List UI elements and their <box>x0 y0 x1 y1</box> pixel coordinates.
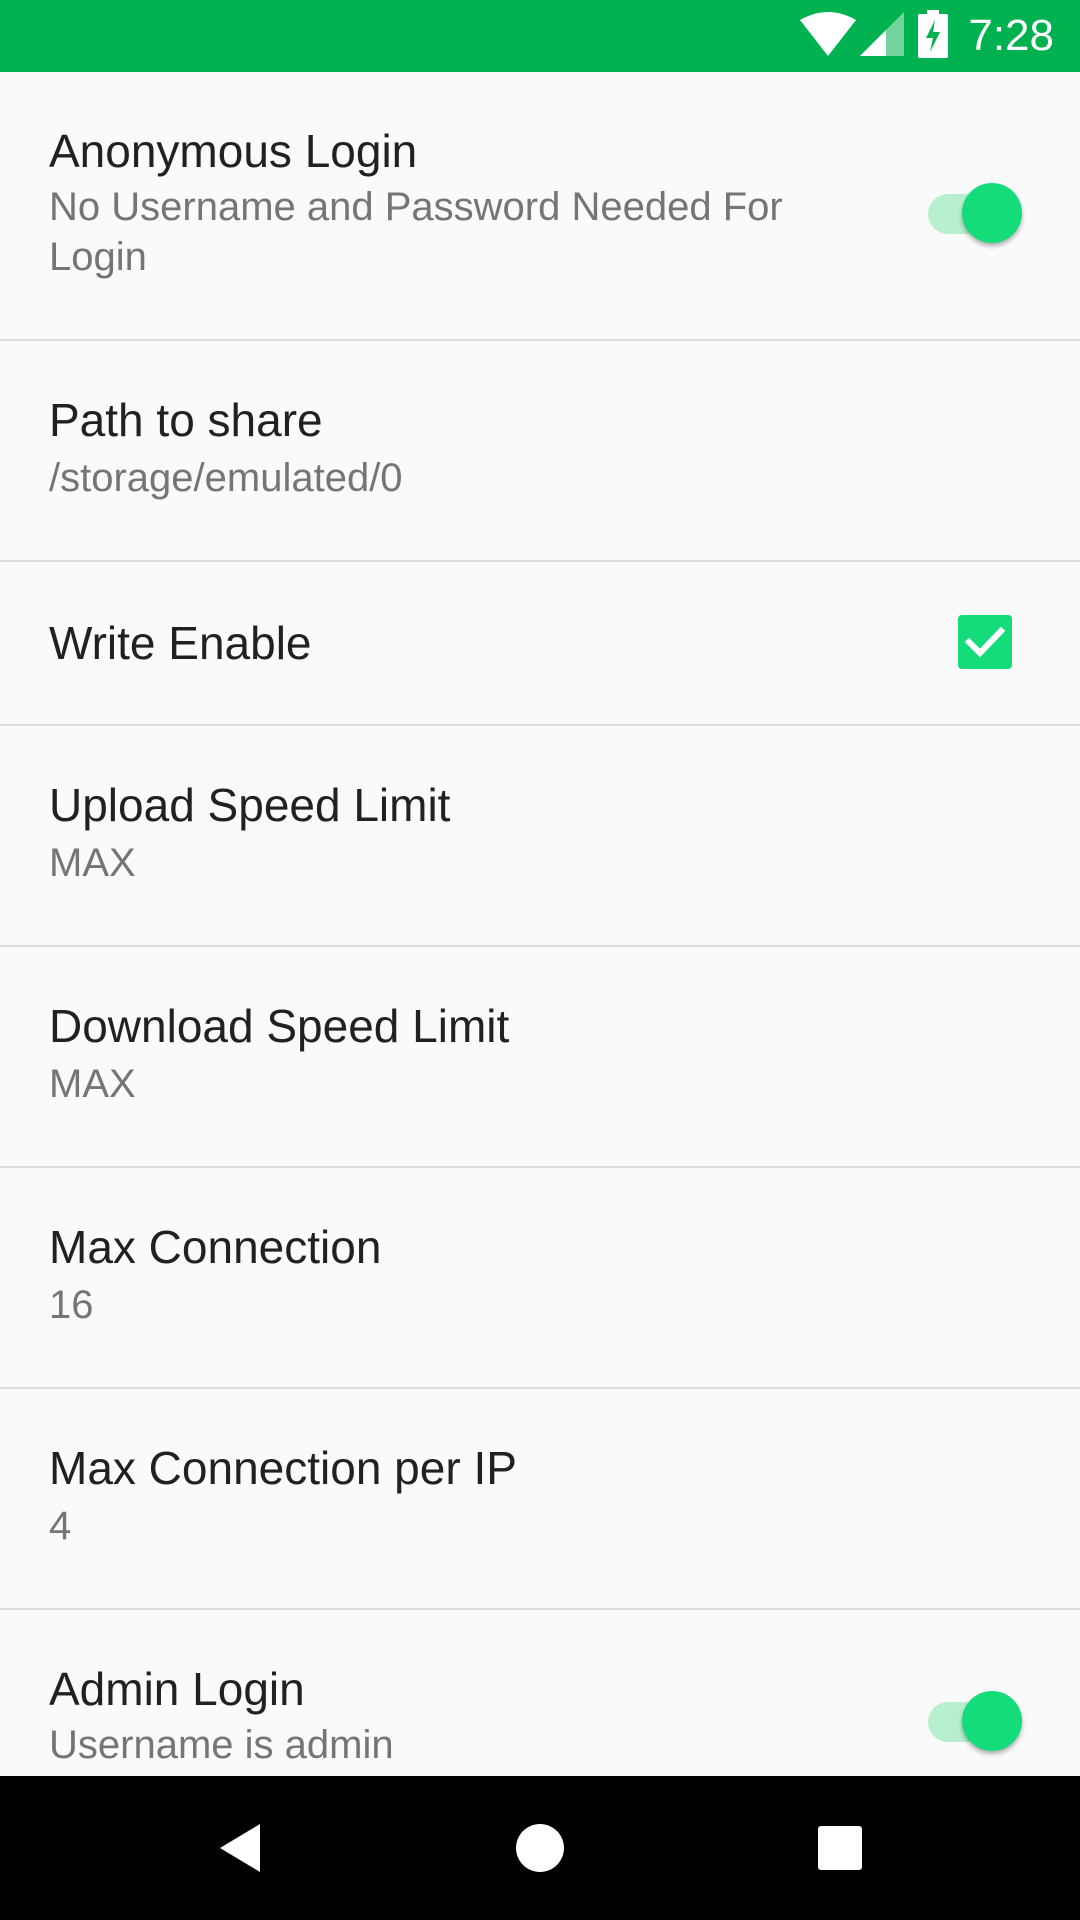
anonymous-login-switch[interactable] <box>922 175 1022 243</box>
status-time: 7:28 <box>968 11 1054 60</box>
recents-icon[interactable] <box>804 1812 876 1884</box>
navigation-bar <box>0 1776 1080 1920</box>
setting-path-to-share[interactable]: Path to share /storage/emulated/0 <box>0 341 1080 562</box>
setting-title: Admin Login <box>49 1663 305 1715</box>
write-enable-checkbox[interactable] <box>958 615 1012 669</box>
setting-admin-login[interactable]: Admin Login Username is admin <box>0 1610 1080 1776</box>
wifi-icon <box>800 11 857 61</box>
status-bar: 7:28 <box>0 0 1080 72</box>
home-icon[interactable] <box>504 1812 576 1884</box>
admin-login-switch[interactable] <box>922 1683 1022 1751</box>
setting-summary: Username is admin <box>49 1723 394 1767</box>
setting-title: Download Speed Limit <box>49 1000 510 1052</box>
settings-list: Anonymous Login No Username and Password… <box>0 72 1080 1776</box>
setting-title: Max Connection <box>49 1221 382 1273</box>
setting-title: Anonymous Login <box>49 125 418 177</box>
back-icon[interactable] <box>204 1812 276 1884</box>
setting-upload-speed-limit[interactable]: Upload Speed Limit MAX <box>0 726 1080 947</box>
switch-thumb <box>962 1691 1022 1751</box>
battery-charging-icon <box>918 9 949 63</box>
setting-title: Write Enable <box>49 617 312 669</box>
setting-title: Max Connection per IP <box>49 1442 517 1494</box>
setting-summary: MAX <box>49 1062 136 1106</box>
setting-summary: /storage/emulated/0 <box>49 456 403 500</box>
setting-summary: No Username and Password Needed For Logi… <box>49 185 783 279</box>
setting-download-speed-limit[interactable]: Download Speed Limit MAX <box>0 947 1080 1168</box>
setting-write-enable[interactable]: Write Enable <box>0 562 1080 726</box>
setting-max-connection[interactable]: Max Connection 16 <box>0 1168 1080 1389</box>
setting-summary: 4 <box>49 1504 72 1548</box>
status-icons: 7:28 <box>800 0 1054 72</box>
setting-title: Upload Speed Limit <box>49 779 451 831</box>
setting-max-connection-per-ip[interactable]: Max Connection per IP 4 <box>0 1389 1080 1610</box>
check-icon <box>964 626 1006 658</box>
cell-signal-icon <box>860 11 905 61</box>
setting-title: Path to share <box>49 394 323 446</box>
setting-summary: MAX <box>49 841 136 885</box>
setting-summary: 16 <box>49 1283 94 1327</box>
setting-anonymous-login[interactable]: Anonymous Login No Username and Password… <box>0 72 1080 341</box>
switch-thumb <box>962 183 1022 243</box>
